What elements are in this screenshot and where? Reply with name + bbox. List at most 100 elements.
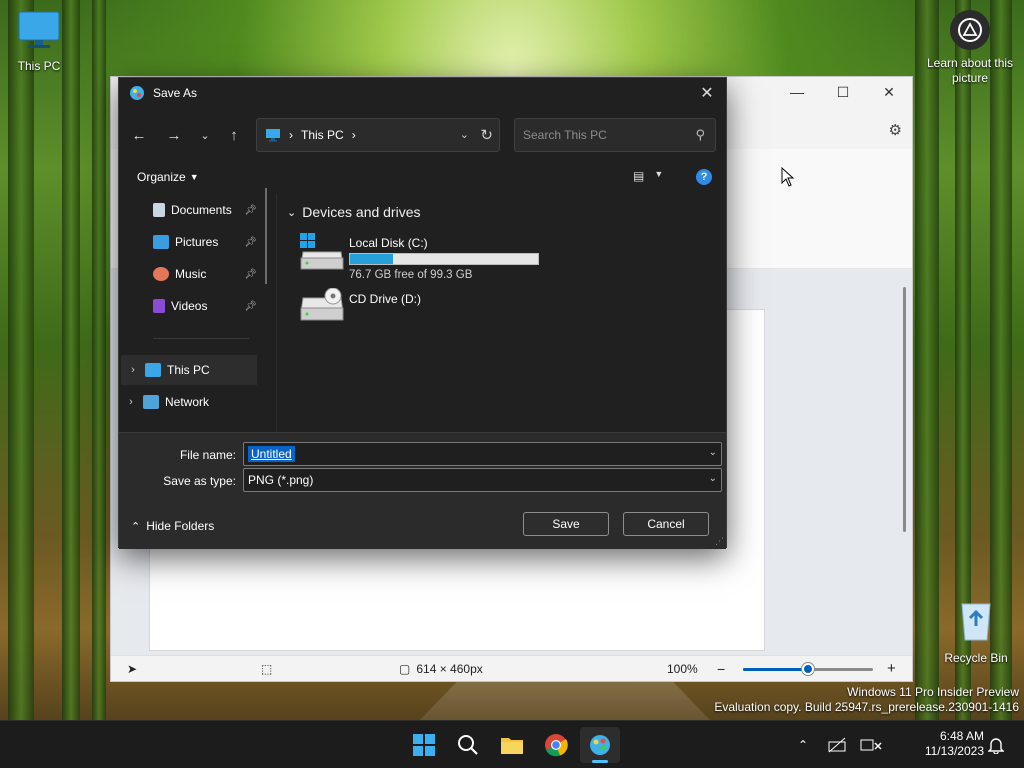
close-icon[interactable]: ✕ [696, 82, 718, 104]
chevron-down-icon: ⌄ [287, 206, 297, 219]
canvas-size: ▢ 614 × 460px [399, 662, 483, 676]
save-button[interactable]: Save [523, 512, 609, 536]
learn-about-picture[interactable]: Learn about this picture [924, 10, 1016, 86]
chevron-right-icon[interactable]: › [119, 396, 143, 408]
drive-cd[interactable]: CD Drive (D:) [299, 288, 559, 336]
view-details-icon: ▤ [633, 169, 645, 183]
paint-taskbar-button[interactable] [580, 727, 620, 763]
file-list: ⌄ Devices and drives Local Disk (C:) 76.… [279, 194, 719, 432]
command-bar: Organize ▼ ▤ ▼ ? [119, 164, 726, 192]
monitor-icon [266, 129, 280, 142]
cancel-button[interactable]: Cancel [623, 512, 709, 536]
address-segment[interactable]: This PC [301, 128, 344, 142]
save-type-label: Save as type: [163, 474, 236, 488]
minimize-icon[interactable]: — [774, 77, 820, 107]
vertical-scrollbar[interactable] [903, 287, 906, 532]
chrome-button[interactable] [536, 727, 576, 763]
search-input[interactable]: Search This PC ⚲ [514, 118, 716, 152]
show-hidden-icons[interactable]: ⌃ [798, 721, 808, 768]
zoom-out-button[interactable]: − [717, 661, 725, 677]
address-bar[interactable]: › This PC › ⌄ ↻ [256, 118, 500, 152]
chevron-down-icon[interactable]: ⌄ [709, 473, 717, 484]
pin-icon[interactable]: 📌︎ [244, 205, 257, 216]
settings-icon[interactable]: ⚙ [889, 121, 902, 139]
notification-bell-icon[interactable] [988, 721, 1004, 768]
hide-folders-label: Hide Folders [146, 519, 215, 533]
desktop-icon-label: This PC [17, 59, 61, 73]
desktop-icon-recycle-bin[interactable]: Recycle Bin [937, 598, 1015, 665]
evaluation-watermark: Windows 11 Pro Insider Preview Evaluatio… [714, 685, 1019, 715]
volume-icon[interactable] [860, 721, 884, 768]
pictures-icon [153, 235, 169, 249]
system-clock[interactable]: 6:48 AM 11/13/2023 [925, 729, 984, 759]
search-placeholder: Search This PC [523, 128, 607, 142]
paint-app-icon [590, 735, 610, 755]
cd-drive-icon [300, 288, 344, 321]
clock-date: 11/13/2023 [924, 744, 984, 758]
nav-item-music[interactable]: Music 📌︎ [119, 259, 257, 289]
nav-pane-scrollbar[interactable] [265, 188, 267, 284]
save-type-select[interactable]: PNG (*.png) ⌄ [243, 468, 722, 492]
nav-item-network[interactable]: › Network [119, 387, 257, 417]
file-explorer-button[interactable] [492, 727, 532, 763]
chevron-up-icon: ⌃ [798, 738, 809, 752]
drive-free-space: 76.7 GB free of 99.3 GB [349, 269, 473, 281]
desktop-icon-label: Recycle Bin [944, 651, 1008, 665]
nav-item-pictures[interactable]: Pictures 📌︎ [119, 227, 257, 257]
change-view-button[interactable]: ▤ ▼ [633, 169, 663, 183]
dialog-titlebar: Save As [119, 78, 726, 108]
canvas-size-text: 614 × 460px [416, 661, 483, 676]
pin-icon[interactable]: 📌︎ [244, 269, 257, 280]
chevron-down-icon[interactable]: ⌄ [709, 447, 717, 458]
organize-button[interactable]: Organize ▼ [137, 170, 199, 184]
zoom-slider[interactable] [743, 663, 873, 675]
folder-icon [501, 738, 523, 754]
pointer-icon: ➤ [127, 661, 138, 676]
save-options: File name: Untitled ⌄ Save as type: PNG … [119, 432, 726, 549]
organize-label: Organize [137, 170, 186, 184]
recent-locations-icon[interactable]: ⌄ [193, 124, 217, 146]
nav-divider [153, 338, 249, 339]
up-arrow-icon[interactable]: ↑ [222, 124, 246, 146]
windows-logo-icon [413, 734, 435, 756]
drive-name: CD Drive (D:) [349, 292, 421, 306]
zoom-in-button[interactable]: + [887, 660, 896, 677]
desktop-icon-this-pc[interactable]: This PC [0, 10, 78, 73]
file-name-value[interactable]: Untitled [248, 446, 295, 462]
close-icon[interactable]: ✕ [866, 77, 912, 107]
nav-item-documents[interactable]: Documents 📌︎ [119, 195, 257, 225]
drive-local-disk[interactable]: Local Disk (C:) 76.7 GB free of 99.3 GB [299, 232, 559, 281]
hide-folders-button[interactable]: ⌃ Hide Folders [131, 519, 214, 533]
clock-time: 6:48 AM [939, 729, 984, 743]
forward-arrow-icon[interactable]: → [162, 124, 186, 146]
paint-app-icon [130, 86, 144, 100]
network-status-icon[interactable] [828, 721, 846, 768]
watermark-line: Windows 11 Pro Insider Preview [847, 685, 1019, 699]
pane-divider[interactable] [276, 194, 277, 432]
nav-item-label: Documents [171, 203, 232, 217]
group-header[interactable]: ⌄ Devices and drives [287, 204, 421, 220]
nav-item-label: This PC [167, 363, 210, 377]
pin-icon[interactable]: 📌︎ [244, 301, 257, 312]
search-button[interactable] [448, 727, 488, 763]
save-type-value: PNG (*.png) [248, 473, 314, 487]
save-as-dialog: Save As ✕ ← → ⌄ ↑ › This PC › ⌄ ↻ Search… [118, 77, 727, 549]
start-button[interactable] [404, 727, 444, 763]
recycle-bin-icon [961, 603, 991, 641]
drive-usage-bar [349, 253, 539, 265]
file-name-field[interactable]: Untitled ⌄ [243, 442, 722, 466]
help-icon[interactable]: ? [696, 169, 712, 185]
caret-down-icon: ▼ [189, 172, 199, 182]
back-arrow-icon[interactable]: ← [127, 124, 151, 146]
maximize-icon[interactable]: ☐ [820, 77, 866, 107]
navigation-pane: Documents 📌︎ Pictures 📌︎ Music 📌︎ Videos… [119, 194, 269, 432]
resize-grip[interactable]: ⋰ [715, 536, 724, 547]
nav-item-videos[interactable]: Videos 📌︎ [119, 291, 257, 321]
chevron-down-icon[interactable]: ⌄ [460, 128, 469, 141]
refresh-icon[interactable]: ↻ [480, 126, 493, 144]
search-icon [458, 735, 478, 755]
chevron-right-icon[interactable]: › [121, 364, 145, 376]
pin-icon[interactable]: 📌︎ [244, 237, 257, 248]
nav-item-this-pc[interactable]: › This PC [121, 355, 257, 385]
music-icon [153, 267, 169, 281]
